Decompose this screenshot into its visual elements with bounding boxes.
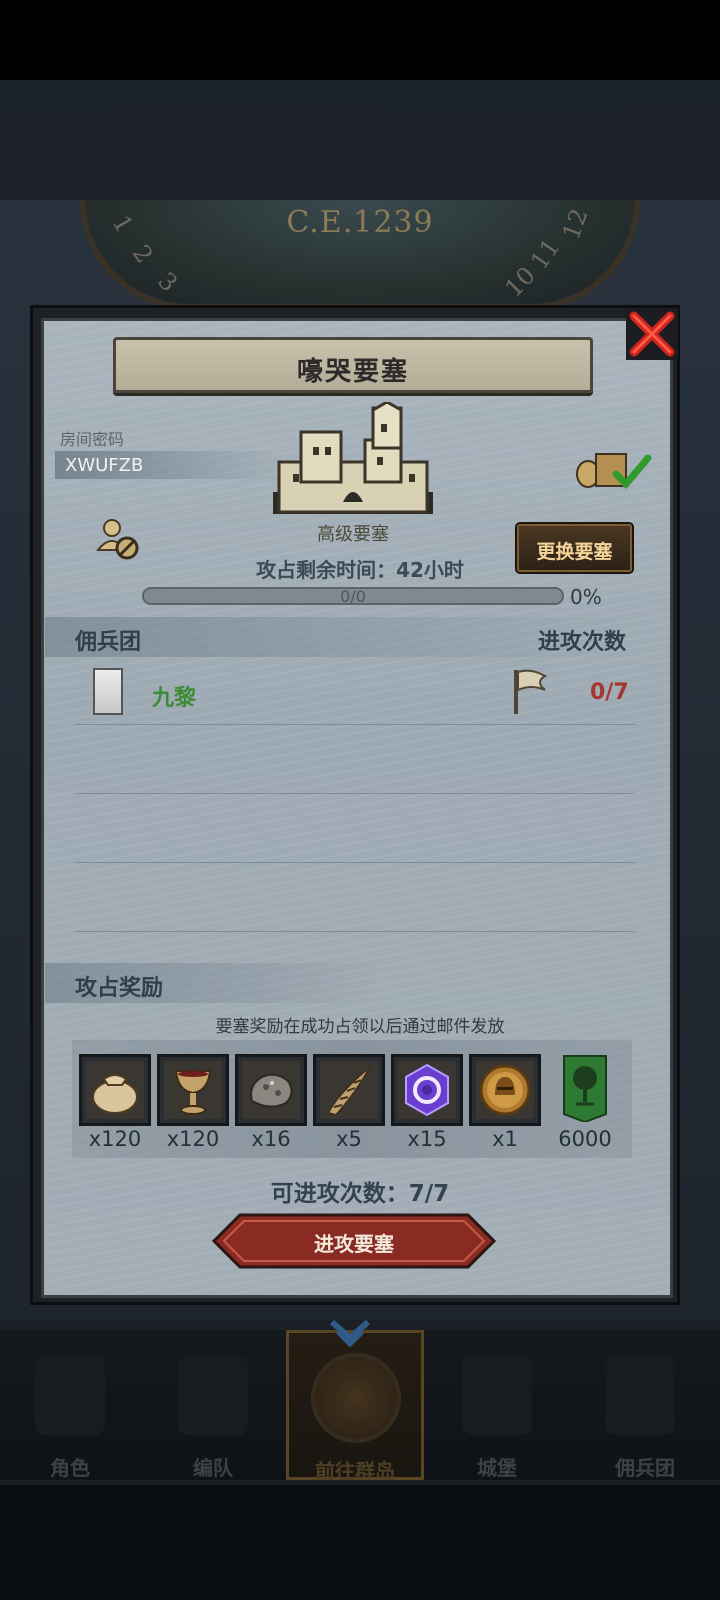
remaining-time: 攻占剩余时间：42小时 — [256, 558, 464, 582]
horn-icon — [320, 1061, 378, 1119]
reward-claimed-icon[interactable] — [574, 446, 654, 491]
nav-item-mercenaries[interactable]: 佣兵团 — [570, 1330, 720, 1480]
nav-label: 前往群岛 — [315, 1459, 395, 1483]
reward-slot[interactable] — [79, 1054, 151, 1126]
bottom-bar — [0, 1485, 720, 1600]
room-code[interactable]: XWUFZB — [65, 455, 143, 476]
reward-qty: x120 — [166, 1127, 220, 1151]
helmet-medal-icon — [476, 1061, 534, 1119]
reward-qty: x15 — [407, 1127, 447, 1151]
row-divider — [75, 862, 635, 863]
reward-slot[interactable] — [313, 1054, 385, 1126]
nav-item-character[interactable]: 角色 — [0, 1330, 140, 1480]
reward-slot[interactable] — [235, 1054, 307, 1126]
goblet-icon — [164, 1061, 222, 1119]
row-divider — [75, 724, 635, 725]
purple-gem-icon — [398, 1061, 456, 1119]
reward-qty: x5 — [336, 1127, 362, 1151]
nav-item-castle[interactable]: 城堡 — [427, 1330, 567, 1480]
reward-qty: x1 — [492, 1127, 518, 1151]
reward-slot[interactable] — [157, 1054, 229, 1126]
rewards-header: 攻占奖励 — [75, 976, 164, 1001]
nav-label: 编队 — [193, 1456, 233, 1480]
fortress-icon — [273, 402, 433, 514]
row-divider — [75, 931, 635, 932]
change-fortress-button[interactable]: 更换要塞 — [517, 524, 632, 572]
ore-icon — [242, 1061, 300, 1119]
progress-percent: 0% — [570, 585, 602, 609]
nav-label: 佣兵团 — [615, 1456, 675, 1480]
sack-icon — [86, 1061, 144, 1119]
change-fortress-label: 更换要塞 — [536, 541, 613, 563]
reward-qty: x120 — [88, 1127, 142, 1151]
chevron-down-icon — [330, 1319, 370, 1348]
fortress-level: 高级要塞 — [317, 524, 389, 545]
nav-item-islands[interactable]: 前往群岛 — [286, 1330, 424, 1483]
flag-icon — [514, 669, 547, 714]
helmet-icon — [178, 1355, 248, 1435]
castle-icon — [462, 1355, 532, 1435]
reward-slot[interactable] — [391, 1054, 463, 1126]
attack-fortress-label: 进攻要塞 — [314, 1232, 394, 1256]
reward-slot[interactable] — [469, 1054, 541, 1126]
reward-qty: 6000 — [558, 1127, 612, 1151]
room-code-label: 房间密码 — [60, 430, 125, 449]
mercenary-attacks: 0/7 — [590, 680, 629, 705]
attack-count-header: 进攻次数 — [538, 630, 627, 655]
attacks-available: 可进攻次数：7/7 — [270, 1181, 450, 1207]
close-icon[interactable] — [626, 308, 678, 360]
banner-icon — [605, 1355, 675, 1435]
status-bar — [0, 0, 720, 80]
bottom-nav: 角色 编队 前往群岛 城堡 佣兵团 — [0, 1330, 720, 1483]
nav-item-formation[interactable]: 编队 — [143, 1330, 283, 1480]
reward-slot[interactable] — [562, 1054, 608, 1126]
mercenary-name[interactable]: 九黎 — [152, 680, 196, 712]
compass-icon — [311, 1353, 401, 1443]
tree-banner-icon — [563, 1055, 607, 1122]
no-peace-icon[interactable] — [95, 516, 140, 561]
row-divider — [75, 793, 635, 794]
nav-label: 角色 — [50, 1456, 90, 1480]
progress-text: 0/0 — [340, 587, 366, 606]
knight-icon — [35, 1355, 105, 1435]
dialog-title: 嚎哭要塞 — [296, 357, 409, 387]
rewards-note: 要塞奖励在成功占领以后通过邮件发放 — [215, 1017, 505, 1037]
nav-label: 城堡 — [477, 1456, 517, 1480]
reward-qty: x16 — [251, 1127, 291, 1151]
mercenary-header: 佣兵团 — [75, 630, 142, 655]
mercenary-emblem-icon — [93, 668, 123, 715]
game-screen: C.E.1239 12 11 10 1 2 3 角色 编队 前往群岛 城堡 佣兵… — [0, 0, 720, 1600]
